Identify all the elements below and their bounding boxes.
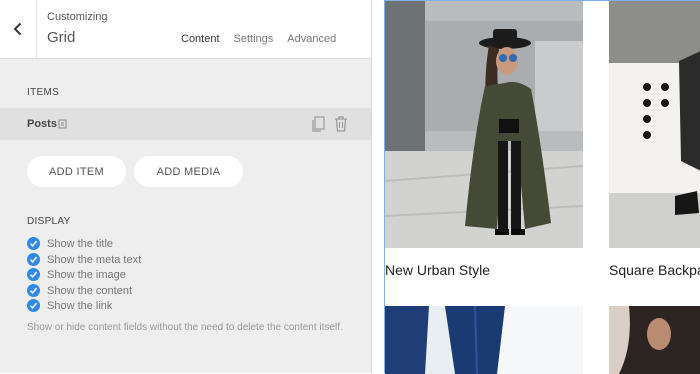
tab-settings[interactable]: Settings bbox=[234, 33, 274, 45]
add-item-button[interactable]: ADD ITEM bbox=[27, 156, 126, 187]
back-button[interactable] bbox=[0, 0, 37, 58]
checkbox-label: Show the meta text bbox=[47, 253, 142, 266]
checkbox-label: Show the title bbox=[47, 237, 114, 250]
check-icon bbox=[27, 237, 40, 250]
card-image[interactable] bbox=[385, 1, 583, 248]
checkbox-show-meta[interactable]: Show the meta text bbox=[27, 253, 141, 266]
tab-content[interactable]: Content bbox=[181, 33, 220, 45]
breadcrumb: Customizing bbox=[47, 11, 108, 23]
tab-advanced[interactable]: Advanced bbox=[287, 33, 336, 45]
help-text: Show or hide content fields without the … bbox=[27, 322, 343, 333]
checkbox-label: Show the link bbox=[47, 299, 113, 312]
trash-icon[interactable] bbox=[334, 116, 348, 132]
checkbox-show-title[interactable]: Show the title bbox=[27, 237, 113, 250]
checkbox-show-link[interactable]: Show the link bbox=[27, 299, 112, 312]
duplicate-icon[interactable] bbox=[312, 116, 326, 132]
list-item[interactable]: Posts bbox=[0, 108, 371, 140]
checkbox-show-image[interactable]: Show the image bbox=[27, 268, 126, 281]
check-icon bbox=[27, 284, 40, 297]
urban-style-photo bbox=[385, 1, 583, 248]
tab-bar: Content Settings Advanced bbox=[181, 33, 350, 45]
item-label: Posts bbox=[27, 118, 57, 130]
panel-header: Customizing Grid Content Settings Advanc… bbox=[0, 0, 371, 59]
add-media-button[interactable]: ADD MEDIA bbox=[134, 156, 243, 187]
card-title[interactable]: Square Backpack bbox=[609, 262, 700, 278]
check-icon bbox=[27, 253, 40, 266]
checkbox-label: Show the image bbox=[47, 268, 126, 281]
checkbox-show-content[interactable]: Show the content bbox=[27, 284, 132, 297]
items-heading: ITEMS bbox=[27, 87, 60, 98]
card-image[interactable] bbox=[609, 1, 700, 248]
check-icon bbox=[27, 299, 40, 312]
backpack-photo bbox=[609, 1, 700, 248]
preview-canvas: New Urban Style Square Backpack bbox=[384, 0, 700, 374]
check-icon bbox=[27, 268, 40, 281]
posts-icon bbox=[58, 119, 67, 129]
customizer-panel: Customizing Grid Content Settings Advanc… bbox=[0, 0, 372, 373]
card-title[interactable]: New Urban Style bbox=[385, 262, 585, 278]
card-image[interactable] bbox=[385, 306, 583, 374]
display-heading: DISPLAY bbox=[27, 216, 71, 227]
portrait-photo bbox=[609, 306, 700, 374]
card-image[interactable] bbox=[609, 306, 700, 374]
jeans-photo bbox=[385, 306, 583, 374]
chevron-left-icon bbox=[13, 22, 22, 36]
checkbox-label: Show the content bbox=[47, 284, 133, 297]
page-title: Grid bbox=[47, 29, 76, 46]
